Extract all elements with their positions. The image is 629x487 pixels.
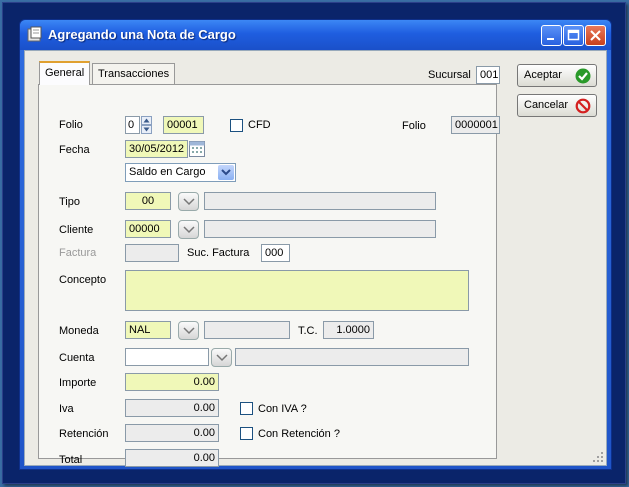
concepto-label: Concepto: [59, 274, 107, 286]
window-title: Agregando una Nota de Cargo: [48, 27, 236, 42]
tab-general[interactable]: General: [39, 61, 91, 85]
suc-factura-field[interactable]: 000: [261, 244, 290, 262]
retencion-field: 0.00: [125, 424, 219, 442]
factura-label: Factura: [59, 247, 97, 259]
total-label: Total: [59, 454, 83, 466]
close-icon: [590, 30, 601, 41]
app-icon: [27, 26, 42, 42]
iva-label: Iva: [59, 403, 74, 415]
con-retencion-label: Con Retención ?: [258, 428, 340, 440]
tipo-dropdown-button[interactable]: [178, 192, 199, 211]
tab-transacciones[interactable]: Transacciones: [92, 63, 176, 85]
total-field: 0.00: [125, 449, 219, 467]
cliente-dropdown-button[interactable]: [178, 220, 199, 239]
minimize-button[interactable]: [541, 25, 562, 46]
dialog-window: Agregando una Nota de Cargo General Tran…: [19, 19, 612, 470]
dialog-body: General Transacciones Sucursal 001 Acept…: [24, 50, 607, 467]
cliente-desc-field: [204, 220, 436, 238]
general-panel: Folio 0 00001 CFD Folio 0000001 Fecha 30…: [38, 84, 500, 466]
calendar-button[interactable]: [189, 140, 205, 158]
chevron-down-icon: [216, 354, 228, 362]
con-iva-label: Con IVA ?: [258, 403, 307, 415]
folio-label: Folio: [59, 119, 83, 131]
concepto-textarea[interactable]: [125, 270, 469, 311]
suc-factura-label: Suc. Factura: [187, 247, 250, 259]
cancelar-label: Cancelar: [524, 99, 569, 111]
saldo-select[interactable]: Saldo en Cargo: [125, 163, 236, 182]
retencion-label: Retención: [59, 428, 109, 440]
cancel-icon: [575, 98, 591, 114]
folio-spinner[interactable]: [141, 116, 152, 134]
chevron-down-icon: [221, 169, 231, 176]
calendar-icon: [189, 141, 205, 157]
importe-label: Importe: [59, 377, 97, 389]
chevron-down-icon: [183, 226, 195, 234]
moneda-desc-field: [204, 321, 290, 339]
chevron-down-icon: [183, 327, 195, 335]
cuenta-dropdown-button[interactable]: [211, 348, 232, 367]
tipo-code-field[interactable]: 00: [125, 192, 171, 210]
chevron-down-icon: [183, 198, 195, 206]
cfd-label: CFD: [248, 119, 271, 131]
cliente-label: Cliente: [59, 224, 94, 236]
fecha-label: Fecha: [59, 144, 90, 156]
cuenta-desc-field: [235, 348, 469, 366]
cuenta-code-field[interactable]: [125, 348, 209, 366]
tc-label: T.C.: [298, 325, 318, 337]
folio-number-field[interactable]: 00001: [163, 116, 204, 134]
aceptar-label: Aceptar: [524, 69, 562, 81]
saldo-select-value: Saldo en Cargo: [129, 166, 206, 178]
moneda-code-field[interactable]: NAL: [125, 321, 171, 339]
con-retencion-checkbox[interactable]: [240, 427, 253, 440]
outer-window: Agregando una Nota de Cargo General Tran…: [2, 2, 626, 484]
maximize-button[interactable]: [563, 25, 584, 46]
iva-field: 0.00: [125, 399, 219, 417]
resize-grip-icon[interactable]: [592, 451, 604, 463]
title-bar[interactable]: Agregando una Nota de Cargo: [20, 20, 611, 50]
checkmark-icon: [575, 68, 591, 84]
minimize-icon: [547, 38, 554, 40]
moneda-dropdown-button[interactable]: [178, 321, 199, 340]
folio-series-field[interactable]: 0: [125, 116, 140, 134]
aceptar-button[interactable]: Aceptar: [517, 64, 597, 87]
close-button[interactable]: [585, 25, 606, 46]
folio2-label: Folio: [402, 120, 426, 132]
tipo-label: Tipo: [59, 196, 80, 208]
cliente-code-field[interactable]: 00000: [125, 220, 171, 238]
tc-field: 1.0000: [323, 321, 374, 339]
importe-field[interactable]: 0.00: [125, 373, 219, 391]
spinner-arrows-icon: [141, 116, 152, 134]
factura-field: [125, 244, 179, 262]
cuenta-label: Cuenta: [59, 352, 95, 364]
maximize-icon: [567, 29, 580, 41]
con-iva-checkbox[interactable]: [240, 402, 253, 415]
moneda-label: Moneda: [59, 325, 99, 337]
folio2-field: 0000001: [451, 116, 500, 134]
sucursal-field[interactable]: 001: [476, 66, 500, 84]
tipo-desc-field: [204, 192, 436, 210]
saldo-select-arrow[interactable]: [218, 165, 234, 180]
cancelar-button[interactable]: Cancelar: [517, 94, 597, 117]
cfd-checkbox[interactable]: [230, 119, 243, 132]
fecha-field[interactable]: 30/05/2012: [125, 140, 188, 158]
sucursal-label: Sucursal: [428, 69, 471, 81]
